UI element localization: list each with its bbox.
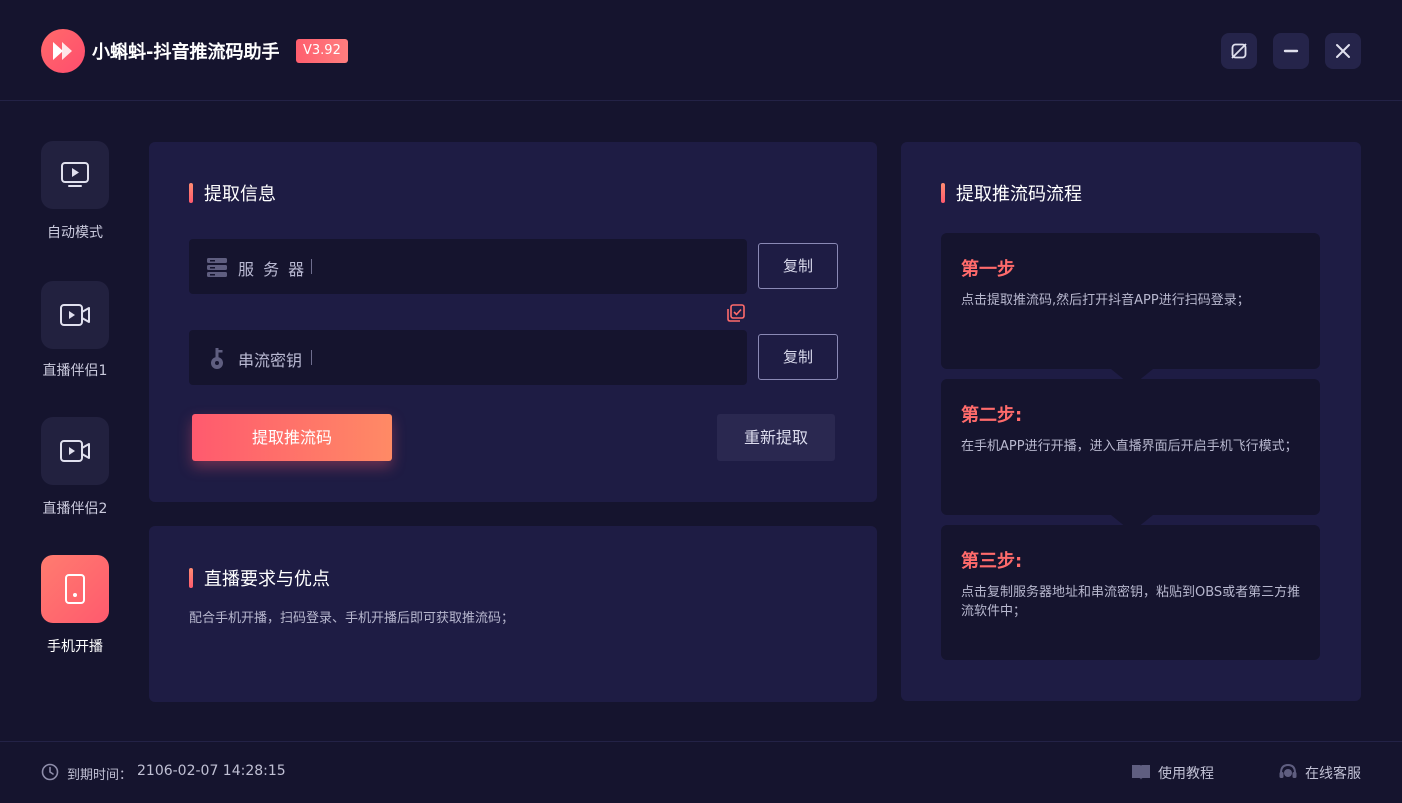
app-title: 小蝌蚪-抖音推流码助手 bbox=[92, 42, 280, 63]
video-camera-icon bbox=[60, 440, 90, 462]
stream-key-label: 串流密钥 bbox=[238, 351, 303, 370]
minimize-icon bbox=[1283, 49, 1299, 53]
step-card-3: 第三步: 点击复制服务器地址和串流密钥，粘贴到OBS或者第三方推流软件中； bbox=[941, 525, 1320, 660]
sidebar-item-label: 直播伴侣2 bbox=[42, 501, 108, 517]
tutorial-link[interactable]: 使用教程 bbox=[1131, 761, 1221, 783]
book-icon bbox=[1132, 765, 1150, 780]
phone-icon bbox=[65, 574, 85, 604]
sidebar-item-live-companion-2[interactable]: 直播伴侣2 bbox=[41, 417, 109, 517]
reextract-button[interactable]: 重新提取 bbox=[717, 414, 835, 461]
headset-icon bbox=[1279, 763, 1297, 778]
server-input-caret bbox=[311, 259, 312, 274]
online-support-link[interactable]: 在线客服 bbox=[1278, 761, 1368, 783]
sidebar-icon-box-active bbox=[41, 555, 109, 623]
clock-icon bbox=[41, 763, 59, 781]
minimize-button[interactable] bbox=[1273, 33, 1309, 69]
requirements-section-title: 直播要求与优点 bbox=[189, 565, 330, 591]
copy-check-icon[interactable] bbox=[726, 303, 746, 323]
app-window: 小蝌蚪-抖音推流码助手 V3.92 自动模式 直播伴侣1 直播伴侣2 手机开播 … bbox=[0, 0, 1402, 802]
sidebar-icon-box bbox=[41, 141, 109, 209]
flow-title-text: 提取推流码流程 bbox=[956, 184, 1082, 205]
sidebar-item-label: 直播伴侣1 bbox=[42, 363, 108, 379]
tutorial-label: 使用教程 bbox=[1158, 766, 1214, 782]
close-button[interactable] bbox=[1325, 33, 1361, 69]
key-icon bbox=[211, 348, 223, 369]
video-camera-icon bbox=[60, 304, 90, 326]
step-card-2: 第二步: 在手机APP进行开播，进入直播界面后开启手机飞行模式； bbox=[941, 379, 1320, 515]
server-icon bbox=[207, 258, 227, 277]
copy-server-button[interactable]: 复制 bbox=[758, 243, 838, 289]
server-field[interactable]: 服 务 器 bbox=[189, 239, 747, 294]
title-accent-bar bbox=[189, 183, 193, 203]
step-card-1: 第一步 点击提取推流码,然后打开抖音APP进行扫码登录； bbox=[941, 233, 1320, 369]
copy-stream-key-button[interactable]: 复制 bbox=[758, 334, 838, 380]
no-pin-icon bbox=[1231, 43, 1247, 59]
support-label: 在线客服 bbox=[1305, 766, 1361, 782]
no-pin-button[interactable] bbox=[1221, 33, 1257, 69]
extract-title-text: 提取信息 bbox=[204, 184, 276, 205]
extract-section-title: 提取信息 bbox=[189, 180, 276, 206]
tv-play-icon bbox=[61, 162, 89, 187]
title-bar: 小蝌蚪-抖音推流码助手 V3.92 bbox=[0, 0, 1402, 101]
requirements-description: 配合手机开播，扫码登录、手机开播后即可获取推流码； bbox=[189, 611, 515, 626]
extract-stream-code-button[interactable]: 提取推流码 bbox=[192, 414, 392, 461]
step-description: 点击复制服务器地址和串流密钥，粘贴到OBS或者第三方推流软件中； bbox=[961, 585, 1301, 619]
step-title: 第三步: bbox=[961, 551, 1023, 572]
sidebar-icon-box bbox=[41, 281, 109, 349]
step-description: 在手机APP进行开播，进入直播界面后开启手机飞行模式； bbox=[961, 439, 1298, 454]
step-title: 第一步 bbox=[961, 259, 1015, 280]
sidebar-item-label: 自动模式 bbox=[47, 225, 103, 241]
step-title: 第二步: bbox=[961, 405, 1023, 426]
requirements-title-text: 直播要求与优点 bbox=[204, 569, 330, 590]
app-logo-icon bbox=[41, 29, 85, 73]
sidebar-item-phone-live[interactable]: 手机开播 bbox=[41, 555, 109, 655]
sidebar-item-auto-mode[interactable]: 自动模式 bbox=[41, 141, 109, 241]
server-label: 服 务 器 bbox=[238, 260, 307, 279]
close-icon bbox=[1336, 44, 1350, 58]
expire-label: 到期时间： bbox=[67, 768, 133, 783]
title-accent-bar bbox=[189, 568, 193, 588]
sidebar-item-label: 手机开播 bbox=[47, 639, 103, 655]
step-description: 点击提取推流码,然后打开抖音APP进行扫码登录； bbox=[961, 293, 1250, 308]
sidebar-icon-box bbox=[41, 417, 109, 485]
flow-section-title: 提取推流码流程 bbox=[941, 180, 1082, 206]
title-accent-bar bbox=[941, 183, 945, 203]
version-badge: V3.92 bbox=[296, 39, 348, 63]
stream-key-field[interactable]: 串流密钥 bbox=[189, 330, 747, 385]
footer-bar: 到期时间： 2106-02-07 14:28:15 使用教程 在线客服 bbox=[0, 741, 1402, 803]
sidebar-item-live-companion-1[interactable]: 直播伴侣1 bbox=[41, 281, 109, 379]
expire-value: 2106-02-07 14:28:15 bbox=[137, 763, 286, 779]
stream-key-input-caret bbox=[311, 350, 312, 365]
